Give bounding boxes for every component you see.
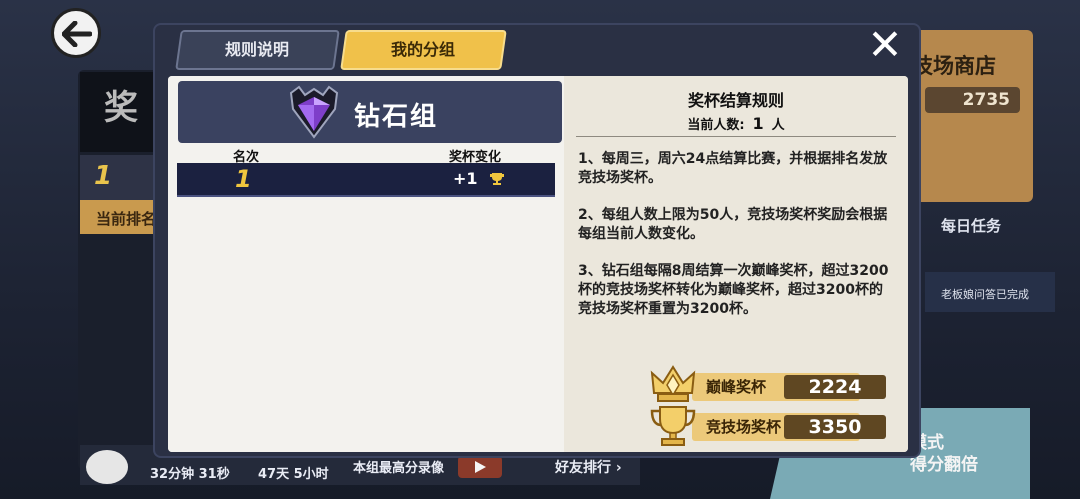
rules-title: 奖杯结算规则	[687, 91, 784, 110]
crown-trophy-icon	[650, 365, 696, 402]
table-row: 1 +1	[177, 163, 555, 197]
rule-item-3: 3、钻石组每隔8周结算一次巅峰奖杯，超过3200杯的竞技场奖杯转化为巅峰奖杯，超…	[578, 263, 889, 317]
mode-card-text: 模式 得分翻倍	[910, 432, 978, 476]
arrow-left-icon	[62, 21, 92, 47]
close-button[interactable]: ✕	[862, 23, 908, 69]
row-trophy-change: +1	[453, 169, 478, 188]
diamond-icon	[289, 85, 339, 139]
tab-rules-label: 规则说明	[225, 40, 290, 59]
friends-rank-button[interactable]: 好友排行 ›	[555, 457, 622, 477]
tab-rules[interactable]: 规则说明	[175, 30, 340, 70]
rules-pane: 奖杯结算规则 当前人数: 1 人 1、每周三，周六24点结算比赛，并根据排名发放竞技…	[564, 76, 908, 452]
member-count-unit: 人	[771, 118, 785, 133]
settlement-timer: 32分钟 31秒	[150, 467, 230, 482]
dialog-content: 钻石组 名次 奖杯变化 1 +1 奖杯结算规则 当前人数: 1 人 1、每周三，周六…	[168, 76, 908, 452]
tab-my-group[interactable]: 我的分组	[340, 30, 507, 70]
arena-shop-title: 技场商店	[912, 54, 996, 78]
daily-tasks-tab[interactable]: 每日任务	[925, 205, 1025, 245]
member-count-value: 1	[752, 114, 764, 133]
trophy-icon	[490, 173, 504, 185]
shop-coins: 2735	[925, 87, 1020, 113]
chat-icon[interactable]	[86, 450, 128, 484]
back-button[interactable]	[51, 8, 101, 58]
peak-cup-value: 2224	[784, 375, 886, 399]
tab-my-group-label: 我的分组	[391, 40, 456, 59]
rule-item-2: 2、每组人数上限为50人，竞技场奖杯奖励会根据每组当前人数变化。	[578, 207, 888, 242]
divider	[576, 136, 896, 137]
group-header: 钻石组	[178, 81, 562, 143]
group-pane: 钻石组 名次 奖杯变化 1 +1	[168, 76, 564, 452]
member-count: 当前人数: 1 人	[564, 114, 908, 133]
group-name: 钻石组	[354, 102, 439, 132]
peak-settlement-timer: 47天 5小时	[258, 467, 329, 482]
row-rank: 1	[235, 165, 252, 193]
trophy-icon	[650, 406, 696, 446]
rule-item-1: 1、每周三，周六24点结算比赛，并根据排名发放竞技场奖杯。	[578, 151, 888, 186]
boss-quiz-notice: 老板娘问答已完成	[925, 272, 1055, 312]
member-count-label: 当前人数:	[687, 118, 745, 133]
play-replay-button[interactable]	[458, 456, 502, 478]
best-replay-label: 本组最高分录像	[353, 461, 445, 476]
mode-text-line2: 得分翻倍	[910, 455, 978, 475]
arena-cup-value: 3350	[784, 415, 886, 439]
mode-text-line1: 模式	[910, 433, 944, 453]
